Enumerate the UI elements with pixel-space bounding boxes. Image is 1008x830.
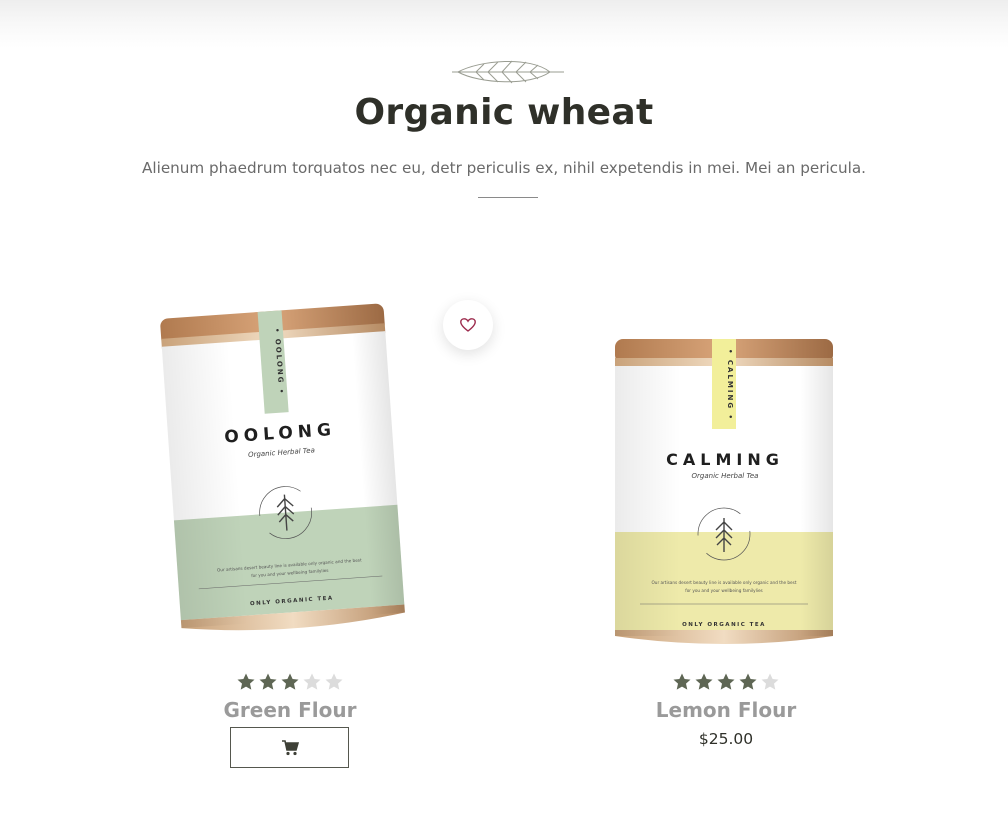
- star-empty-icon: [325, 673, 343, 690]
- star-filled-icon: [259, 673, 277, 690]
- product-card-lemon-flour[interactable]: • CALMING • CALMING Organic Herbal Tea O…: [556, 290, 896, 790]
- star-empty-icon: [761, 673, 779, 690]
- title-divider: [478, 197, 538, 198]
- wishlist-button[interactable]: [443, 300, 493, 350]
- star-filled-icon: [281, 673, 299, 690]
- add-to-cart-button[interactable]: [230, 727, 349, 768]
- rating-stars: [556, 672, 896, 692]
- star-empty-icon: [303, 673, 321, 690]
- cart-icon: [281, 739, 299, 755]
- svg-text:CALMING: CALMING: [666, 450, 784, 469]
- product-price: $25.00: [698, 730, 754, 748]
- star-filled-icon: [673, 673, 691, 690]
- star-filled-icon: [695, 673, 713, 690]
- product-image-oolong[interactable]: • OOLONG • OOLONG Organic Herbal Tea Our…: [120, 290, 460, 660]
- product-image-calming[interactable]: • CALMING • CALMING Organic Herbal Tea O…: [556, 290, 896, 660]
- product-name[interactable]: Lemon Flour: [556, 698, 896, 722]
- section-title: Organic wheat: [354, 92, 654, 133]
- svg-text:for you and your wellbeing fam: for you and your wellbeing familylies: [685, 588, 762, 593]
- heart-icon: [460, 318, 476, 332]
- svg-text:ONLY ORGANIC TEA: ONLY ORGANIC TEA: [682, 622, 766, 628]
- section-subtitle: Alienum phaedrum torquatos nec eu, detr …: [141, 159, 867, 177]
- star-filled-icon: [717, 673, 735, 690]
- product-name[interactable]: Green Flour: [120, 698, 460, 722]
- star-filled-icon: [739, 673, 757, 690]
- rating-stars: [120, 672, 460, 692]
- star-filled-icon: [237, 673, 255, 690]
- product-card-green-flour[interactable]: • OOLONG • OOLONG Organic Herbal Tea Our…: [120, 290, 460, 790]
- svg-text:Organic Herbal Tea: Organic Herbal Tea: [692, 472, 759, 480]
- leaf-icon: [452, 60, 564, 84]
- svg-text:• CALMING •: • CALMING •: [726, 349, 734, 421]
- header-shadow: [0, 0, 1008, 48]
- svg-text:Our artisans desert beauty lin: Our artisans desert beauty line is avail…: [652, 580, 797, 585]
